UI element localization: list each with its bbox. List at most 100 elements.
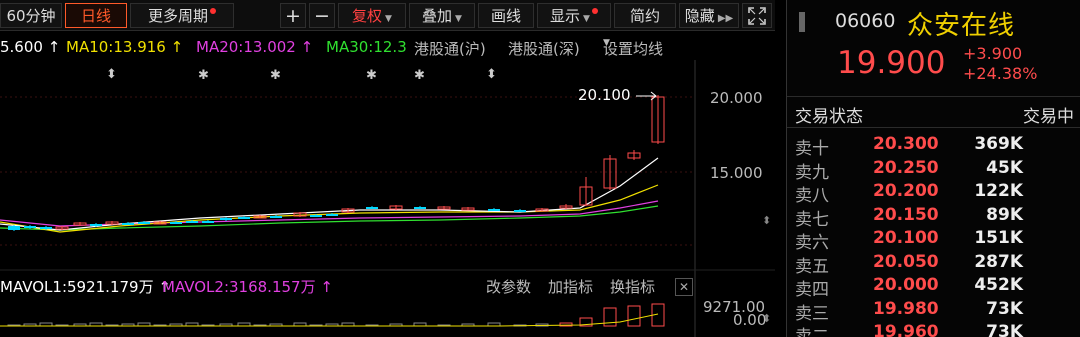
order-price: 20.000 [873, 275, 939, 295]
order-level-label: 卖二 [795, 327, 829, 337]
tab-60min-label: 60分钟 [6, 7, 56, 25]
order-volume: 45K [986, 157, 1023, 178]
mavol2-value: MAVOL2:3168.157万 ↑ [162, 278, 333, 296]
candle-body [202, 221, 214, 223]
stock-name[interactable]: 众安在线 [907, 5, 1015, 42]
trading-status-label: 交易状态 [795, 107, 863, 127]
trading-status-value: 交易中 [1023, 107, 1074, 127]
candle-body [90, 224, 102, 226]
draw-button[interactable]: 画线 [478, 3, 534, 28]
chevron-down-icon: ▼ [455, 14, 462, 24]
order-price: 19.980 [873, 298, 939, 319]
order-volume: 287K [974, 251, 1023, 272]
event-marker-icon: ⬍ [106, 67, 117, 82]
candle-body [186, 221, 198, 223]
axis-drag-handle-icon[interactable]: ⬍ [762, 214, 771, 227]
hide-label: 隐藏 [684, 7, 715, 25]
chart-toolbar: 60分钟 日线 更多周期 + − 复权 ▼ 叠加 ▼ 画线 显示 ▼ 简约 隐藏 ▶▶ [0, 0, 775, 31]
more-periods-label: 更多周期 [147, 7, 208, 25]
order-book-row[interactable]: 卖六 20.100 151K [787, 228, 1080, 253]
order-volume: 73K [986, 298, 1023, 319]
overlay-label: 叠加 [422, 7, 453, 25]
order-book-row[interactable]: 卖四 20.000 452K [787, 275, 1080, 300]
add-indicator-button[interactable]: 加指标 [548, 276, 593, 297]
order-volume: 151K [974, 228, 1023, 248]
candle-body [238, 217, 250, 219]
overlay-dropdown[interactable]: 叠加 ▼ [409, 3, 475, 28]
ma5-value: 5.600 ↑ [0, 38, 61, 56]
plus-icon: + [285, 5, 301, 27]
candle-body [8, 226, 20, 230]
tab-60min[interactable]: 60分钟 [0, 3, 62, 28]
chevron-down-icon: ▼ [603, 38, 610, 48]
order-volume: 369K [974, 134, 1023, 154]
order-volume: 89K [986, 204, 1023, 225]
order-level-label: 卖三 [795, 303, 829, 324]
tab-day[interactable]: 日线 [65, 3, 127, 28]
order-price: 20.050 [873, 251, 939, 272]
price-tick-15: 15.000 [710, 164, 763, 182]
order-volume: 452K [974, 275, 1023, 295]
arrow-right-icon [636, 91, 657, 101]
volume-bars-group [7, 303, 665, 327]
candle-body [40, 227, 52, 229]
order-book-row[interactable]: 卖十 20.300 369K [787, 134, 1080, 159]
order-book-row[interactable]: 卖八 20.200 122K [787, 181, 1080, 206]
grid-lines [0, 96, 695, 246]
candle-body [366, 207, 378, 209]
high-price-annotation: 20.100 [578, 86, 631, 104]
zoom-out-button[interactable]: − [309, 3, 335, 28]
order-level-label: 卖五 [795, 256, 829, 277]
order-book-row[interactable]: 卖二 19.960 73K [787, 322, 1080, 337]
notification-dot-icon [591, 8, 598, 14]
divider [787, 96, 1080, 97]
order-price: 19.960 [873, 322, 939, 337]
collapse-icon[interactable] [797, 12, 807, 32]
simple-button[interactable]: 简约 [614, 3, 676, 28]
hk-connect-sh-link[interactable]: 港股通(沪) [414, 38, 486, 59]
zoom-in-button[interactable]: + [280, 3, 306, 28]
fullscreen-button[interactable] [742, 3, 772, 28]
candle-body [326, 214, 338, 216]
candle-body [488, 209, 500, 211]
price-change-block: +3.900 +24.38% [963, 44, 1037, 84]
order-book-row[interactable]: 卖五 20.050 287K [787, 251, 1080, 277]
event-markers: ⬍ ✱ ✱ ✱ ✱ ⬍ [106, 67, 497, 83]
order-book-row[interactable]: 卖九 20.250 45K [787, 157, 1080, 183]
order-volume: 73K [986, 322, 1023, 337]
quote-panel: 06060 众安在线 19.900 +3.900 +24.38% 交易状态 交易… [786, 0, 1080, 337]
simple-label: 简约 [629, 7, 660, 25]
chevron-down-icon: ▼ [385, 14, 392, 24]
draw-label: 画线 [490, 7, 521, 25]
candle-body [122, 223, 134, 225]
candle-body [270, 216, 282, 218]
notification-dot-icon [210, 8, 216, 14]
order-price: 20.250 [873, 157, 939, 178]
order-book-row[interactable]: 卖七 20.150 89K [787, 204, 1080, 230]
price-change: +3.900 [963, 44, 1023, 63]
ma10-value: MA10:13.916 ↑ [66, 38, 184, 56]
order-price: 20.200 [873, 181, 939, 201]
display-dropdown[interactable]: 显示 ▼ [537, 3, 611, 28]
event-marker-icon: ✱ [414, 68, 425, 83]
order-level-label: 卖六 [795, 233, 829, 253]
ma20-value: MA20:13.002 ↑ [196, 38, 314, 56]
order-book-row[interactable]: 卖三 19.980 73K [787, 298, 1080, 324]
switch-indicator-button[interactable]: 换指标 [610, 276, 655, 297]
more-periods-button[interactable]: 更多周期 [130, 3, 234, 28]
minus-icon: − [314, 5, 330, 27]
change-params-button[interactable]: 改参数 [486, 276, 531, 297]
hide-button[interactable]: 隐藏 ▶▶ [679, 3, 739, 28]
candle-body [220, 218, 232, 220]
hk-connect-sz-link[interactable]: 港股通(深) [508, 38, 580, 59]
tab-day-label: 日线 [80, 7, 111, 25]
order-level-label: 卖九 [795, 162, 829, 183]
mavol1-value: MAVOL1:5921.179万 ↑ [0, 278, 171, 296]
display-label: 显示 [550, 7, 581, 25]
order-level-label: 卖十 [795, 139, 829, 159]
adjust-dropdown[interactable]: 复权 ▼ [338, 3, 406, 28]
event-marker-icon: ✱ [366, 68, 377, 83]
ma30-value: MA30:12.3 [326, 38, 407, 56]
close-indicator-button[interactable]: ✕ [675, 278, 693, 296]
last-price: 19.900 [837, 45, 946, 81]
